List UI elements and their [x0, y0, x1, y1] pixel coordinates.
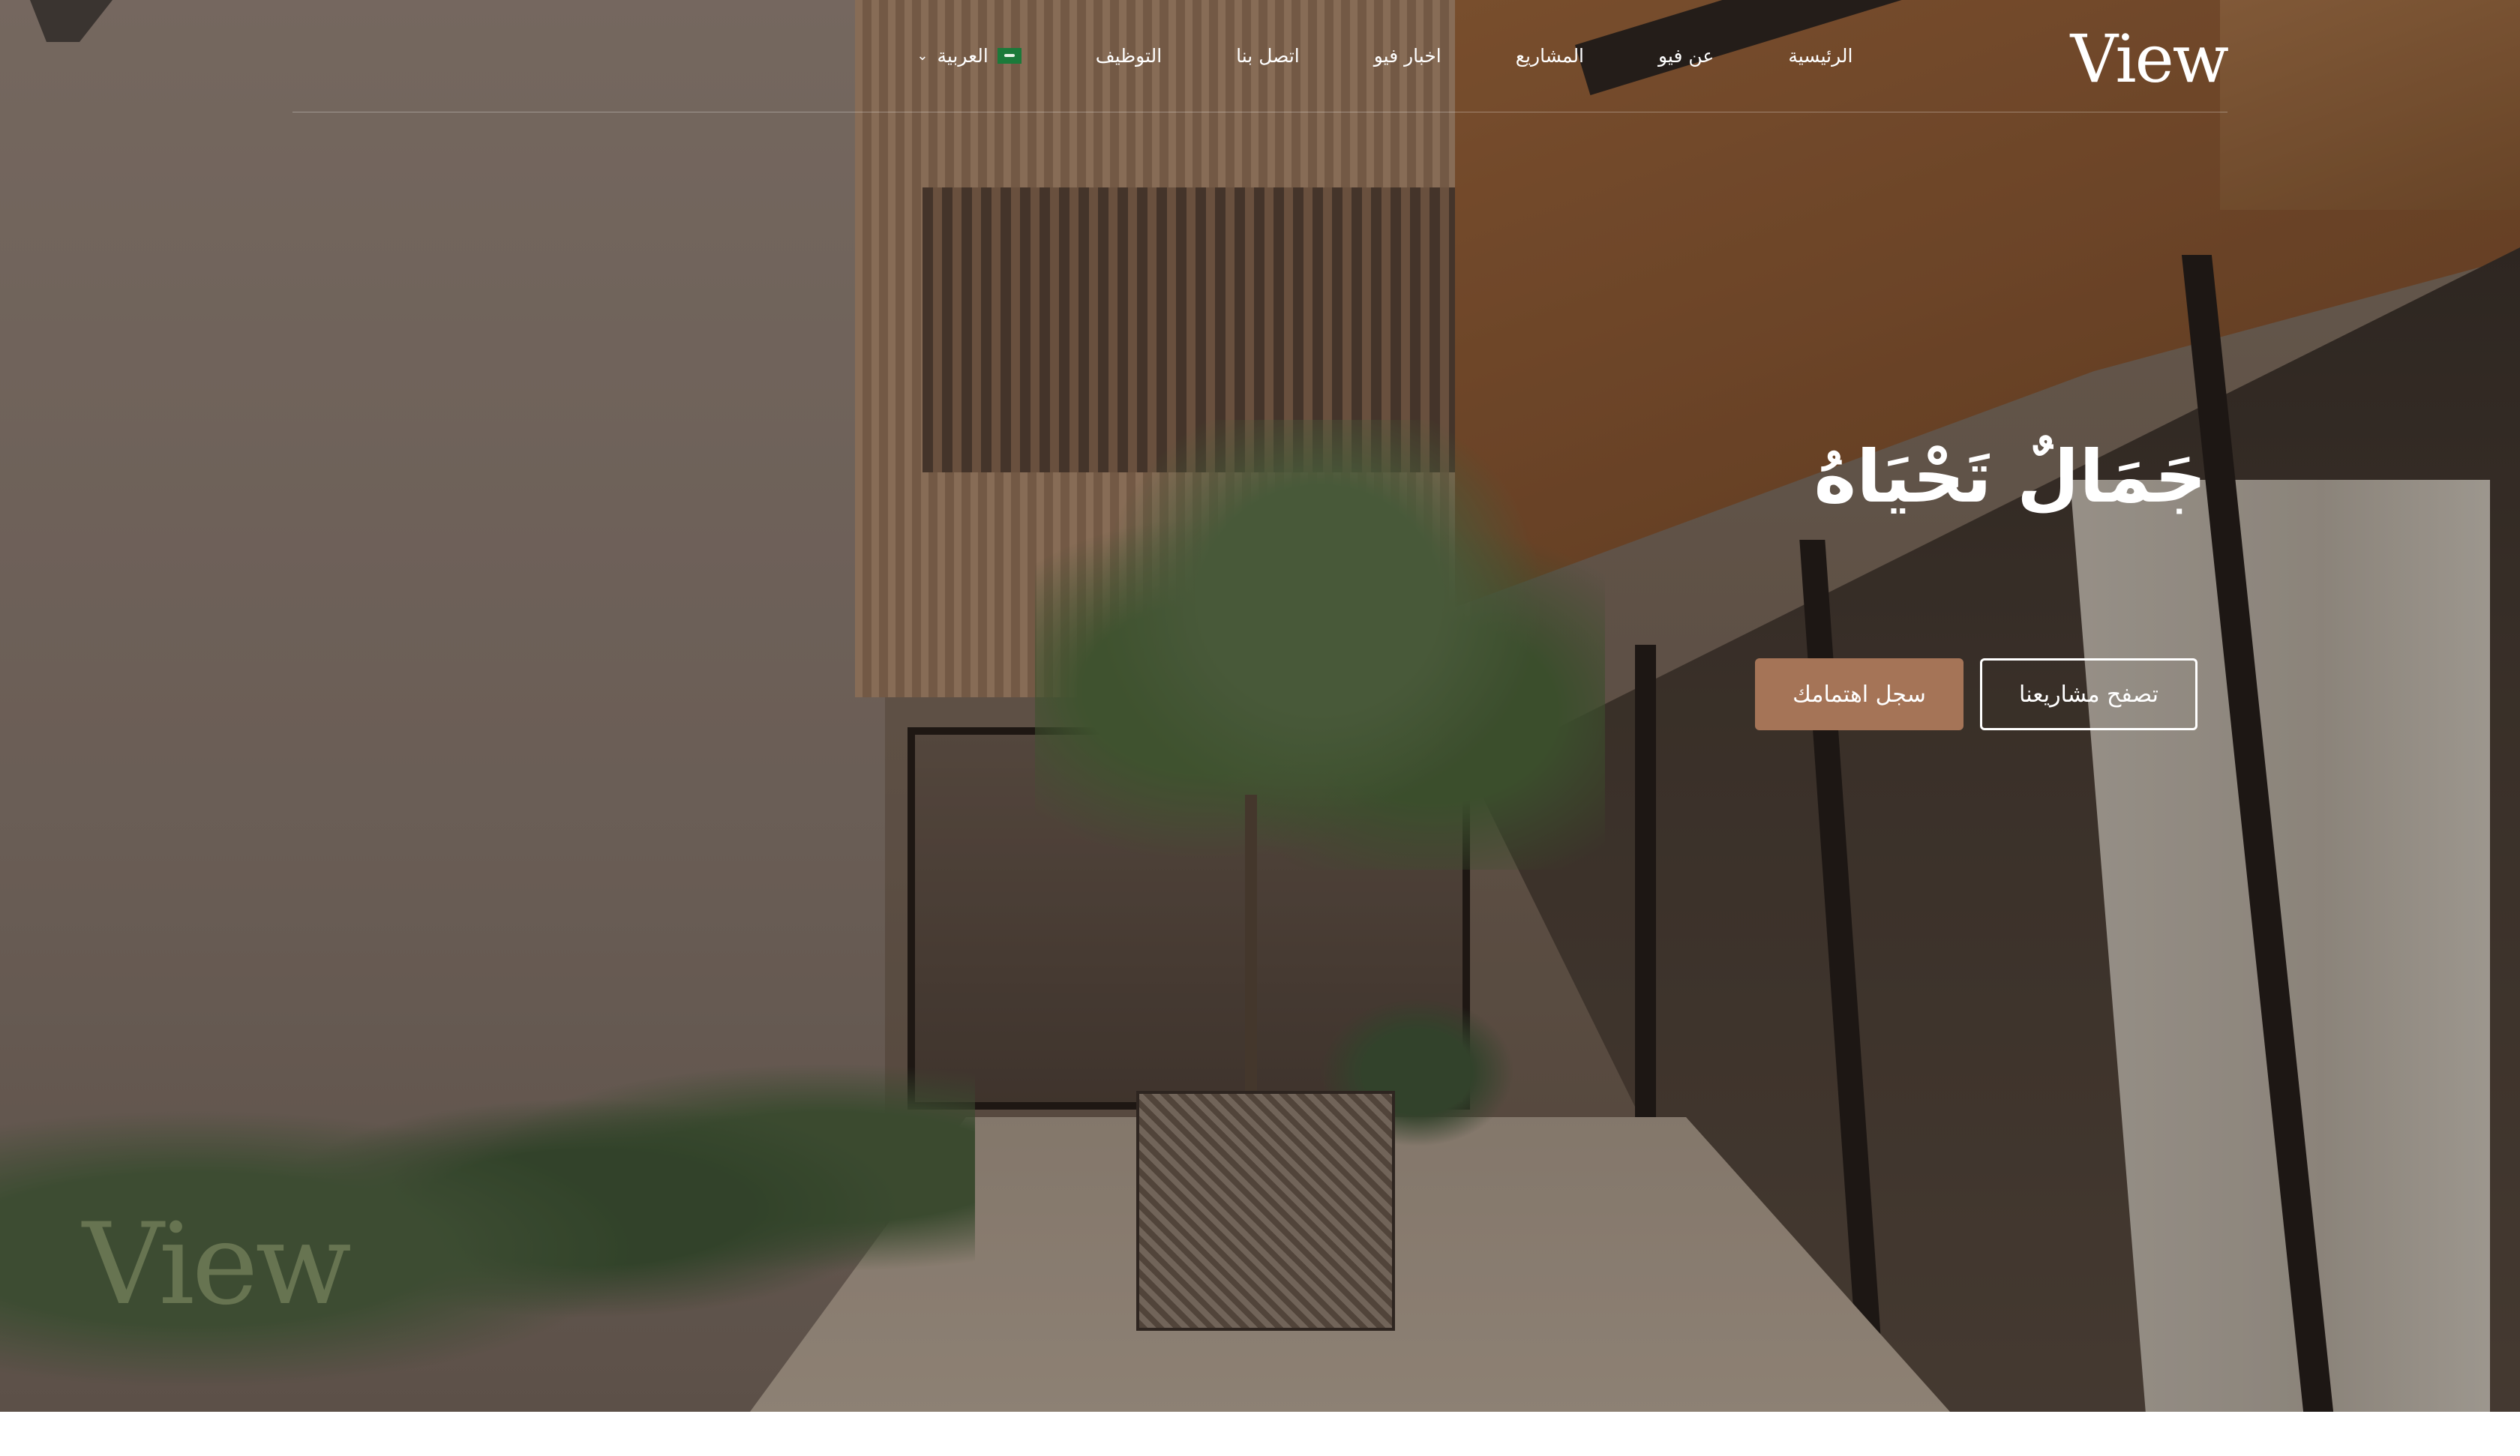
nav-item-home[interactable]: الرئيسية: [1788, 45, 1852, 67]
nav-item-projects[interactable]: المشاريع: [1516, 45, 1584, 67]
main-nav: الرئيسية عن فيو المشاريع اخبار فيو اتصل …: [916, 45, 1852, 67]
hero-headline: جَمَالٌ تَحْيَاهُ: [1814, 435, 2206, 519]
hero-cta-group: تصفح مشاريعنا سجل اهتمامك: [1755, 658, 2198, 730]
nav-item-contact[interactable]: اتصل بنا: [1236, 45, 1300, 67]
logo[interactable]: View: [2070, 25, 2229, 92]
language-selector[interactable]: العربية ⌄: [916, 45, 1022, 67]
watermark-logo: View: [82, 1200, 352, 1330]
site-header: View الرئيسية عن فيو المشاريع اخبار فيو …: [292, 0, 2229, 112]
nav-item-news[interactable]: اخبار فيو: [1374, 45, 1442, 67]
nav-item-about[interactable]: عن فيو: [1658, 45, 1714, 67]
language-label: العربية: [937, 45, 988, 67]
nav-item-careers[interactable]: التوظيف: [1096, 45, 1162, 67]
browse-projects-button[interactable]: تصفح مشاريعنا: [1980, 658, 2198, 730]
chevron-down-icon: ⌄: [916, 48, 928, 64]
saudi-flag-icon: [997, 48, 1022, 64]
hero-section: View الرئيسية عن فيو المشاريع اخبار فيو …: [0, 0, 2520, 1412]
register-interest-button[interactable]: سجل اهتمامك: [1755, 658, 1964, 730]
